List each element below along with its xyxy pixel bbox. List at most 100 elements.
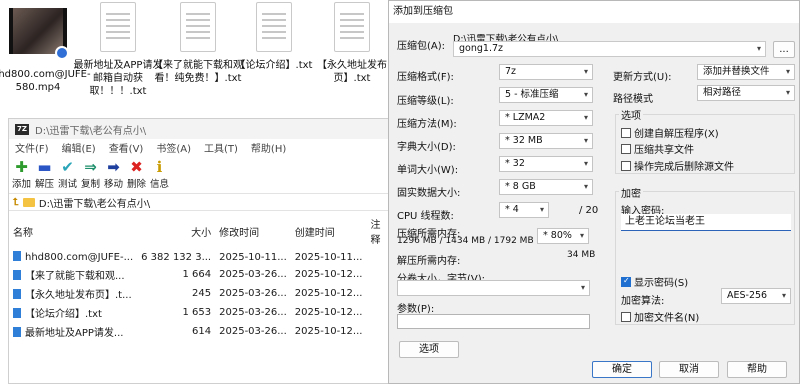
desktop-icon-txt-4[interactable]: 【永久地址发布页】.txt <box>306 2 398 85</box>
show-password-checkbox[interactable]: 显示密码(S) <box>621 274 688 289</box>
level-select[interactable]: 5 - 标准压缩 ▾ <box>499 87 593 103</box>
address-path[interactable]: D:\迅雷下载\老公有点小\ <box>39 195 150 210</box>
checkbox-checked <box>621 276 631 287</box>
encryption-method-label: 加密算法: <box>621 296 665 307</box>
chevron-down-icon: ▾ <box>785 67 790 76</box>
delete-button[interactable]: ✖ 删除 <box>127 158 146 190</box>
menu-view[interactable]: 查看(V) <box>109 140 144 155</box>
file-name: 【来了就能下载和观... <box>25 271 125 282</box>
password-input[interactable]: 上老王论坛当老王 <box>621 214 791 231</box>
checkbox-box <box>621 144 631 154</box>
threads-max: / 20 <box>579 205 599 216</box>
menu-file[interactable]: 文件(F) <box>15 140 49 155</box>
col-created[interactable]: 创建时间 <box>291 213 367 249</box>
col-modified[interactable]: 修改时间 <box>215 213 291 249</box>
text-file-icon <box>180 2 216 52</box>
split-size-select[interactable]: ▾ <box>397 280 590 296</box>
copy-button[interactable]: ⇒ 复制 <box>81 158 100 190</box>
solid-size-select[interactable]: * 8 GB ▾ <box>499 179 593 195</box>
address-bar[interactable]: ⮤ D:\迅雷下载\老公有点小\ <box>9 193 392 211</box>
params-input[interactable] <box>397 314 590 329</box>
encrypt-filenames-checkbox[interactable]: 加密文件名(N) <box>621 309 699 324</box>
info-button[interactable]: ℹ 信息 <box>150 158 169 190</box>
chevron-down-icon: ▾ <box>756 44 761 53</box>
ok-button[interactable]: 确定 <box>592 361 652 378</box>
menu-help[interactable]: 帮助(H) <box>251 140 286 155</box>
options-group-title: 选项 <box>619 107 643 122</box>
chevron-down-icon: ▾ <box>583 67 588 76</box>
chevron-down-icon: ▾ <box>539 205 544 214</box>
file-modified: 2025-03-26... <box>219 307 287 318</box>
file-created: 2025-10-11... <box>294 251 363 263</box>
threads-select[interactable]: * 4 ▾ <box>499 202 549 218</box>
dictionary-select[interactable]: * 32 MB ▾ <box>499 133 593 149</box>
file-icon <box>13 251 21 261</box>
path-mode-label: 路径模式 <box>613 94 653 105</box>
test-button[interactable]: ✔ 测试 <box>58 158 77 190</box>
col-name[interactable]: 名称 <box>9 213 137 249</box>
menu-edit[interactable]: 编辑(E) <box>62 140 96 155</box>
encryption-method-select[interactable]: AES-256 ▾ <box>721 288 791 304</box>
table-row[interactable]: 最新地址及APP请发... 614 2025-03-26... 2025-10-… <box>9 322 392 341</box>
add-button[interactable]: ✚ 添加 <box>12 158 31 190</box>
file-modified: 2025-03-26... <box>219 326 287 337</box>
table-row[interactable]: 【论坛介绍】.txt 1 653 2025-03-26... 2025-10-1… <box>9 303 392 322</box>
chevron-down-icon: ▾ <box>583 159 588 168</box>
table-row[interactable]: hhd800.com@JUFE-... 6 382 132 3... 2025-… <box>9 249 392 265</box>
desktop-icon-label: 【永久地址发布页】.txt <box>317 60 387 84</box>
file-icon <box>13 289 21 299</box>
checkbox-box <box>621 161 631 171</box>
path-mode-select[interactable]: 相对路径 ▾ <box>697 85 795 101</box>
chevron-down-icon: ▾ <box>583 136 588 145</box>
desktop-icon-txt-1[interactable]: 最新地址及APP请发邮箱自动获取！！！.txt <box>72 2 164 98</box>
browse-button[interactable]: ... <box>773 41 795 58</box>
up-level-icon[interactable]: ⮤ <box>13 197 19 208</box>
file-size: 245 <box>192 288 212 299</box>
chevron-down-icon: ▾ <box>785 88 790 97</box>
archive-name-input[interactable]: gong1.7z ▾ <box>453 41 766 57</box>
memory-percent-select[interactable]: * 80% ▾ <box>537 228 589 244</box>
file-manager-window: 7Z D:\迅雷下载\老公有点小\ 文件(F) 编辑(E) 查看(V) 书签(A… <box>8 118 393 384</box>
copy-arrows-icon: ⇒ <box>84 158 97 176</box>
desktop-icon-label: 最新地址及APP请发邮箱自动获取！！！.txt <box>73 60 163 97</box>
dialog-title: 添加到压缩包 <box>389 1 799 23</box>
file-icon <box>13 308 21 318</box>
word-size-select[interactable]: * 32 ▾ <box>499 156 593 172</box>
text-file-icon <box>100 2 136 52</box>
table-row[interactable]: 【来了就能下载和观... 1 664 2025-03-26... 2025-10… <box>9 265 392 284</box>
sync-badge-icon <box>55 46 69 60</box>
chevron-down-icon: ▾ <box>579 231 584 240</box>
help-button[interactable]: 帮助 <box>727 361 787 378</box>
format-select[interactable]: 7z ▾ <box>499 64 593 80</box>
update-mode-select[interactable]: 添加并替换文件 ▾ <box>697 64 795 80</box>
file-size: 1 664 <box>182 269 212 280</box>
cancel-button[interactable]: 取消 <box>659 361 719 378</box>
extract-button[interactable]: ▬ 解压 <box>35 158 54 190</box>
table-row[interactable]: 【永久地址发布页】.t... 245 2025-03-26... 2025-10… <box>9 284 392 303</box>
window-title: D:\迅雷下载\老公有点小\ <box>35 125 147 137</box>
sevenzip-logo-icon: 7Z <box>15 123 29 135</box>
shared-files-checkbox[interactable]: 压缩共享文件 <box>621 141 694 156</box>
menu-tools[interactable]: 工具(T) <box>204 140 238 155</box>
chevron-down-icon: ▾ <box>583 90 588 99</box>
file-modified: 2025-10-11... <box>219 251 287 263</box>
menu-bookmarks[interactable]: 书签(A) <box>156 140 191 155</box>
chevron-down-icon: ▾ <box>583 113 588 122</box>
word-size-label: 单词大小(W): <box>397 165 459 176</box>
decompress-memory-value: 34 MB <box>567 250 596 260</box>
chevron-down-icon: ▾ <box>580 283 585 292</box>
chevron-down-icon: ▾ <box>781 291 786 300</box>
file-created: 2025-10-12... <box>294 307 363 318</box>
delete-after-checkbox[interactable]: 操作完成后删除源文件 <box>621 158 734 173</box>
file-list: 名称 大小 修改时间 创建时间 注释 hhd800.com@JUFE-... 6… <box>9 213 392 341</box>
method-select[interactable]: * LZMA2 ▾ <box>499 110 593 126</box>
folder-icon <box>22 197 35 207</box>
info-icon: ℹ <box>156 158 163 176</box>
options-button[interactable]: 选项 <box>399 341 459 358</box>
sfx-checkbox[interactable]: 创建自解压程序(X) <box>621 125 719 140</box>
col-size[interactable]: 大小 <box>137 213 215 249</box>
minus-icon: ▬ <box>37 158 52 176</box>
file-created: 2025-10-12... <box>294 326 363 337</box>
move-button[interactable]: ➡ 移动 <box>104 158 123 190</box>
video-thumbnail <box>9 8 69 60</box>
